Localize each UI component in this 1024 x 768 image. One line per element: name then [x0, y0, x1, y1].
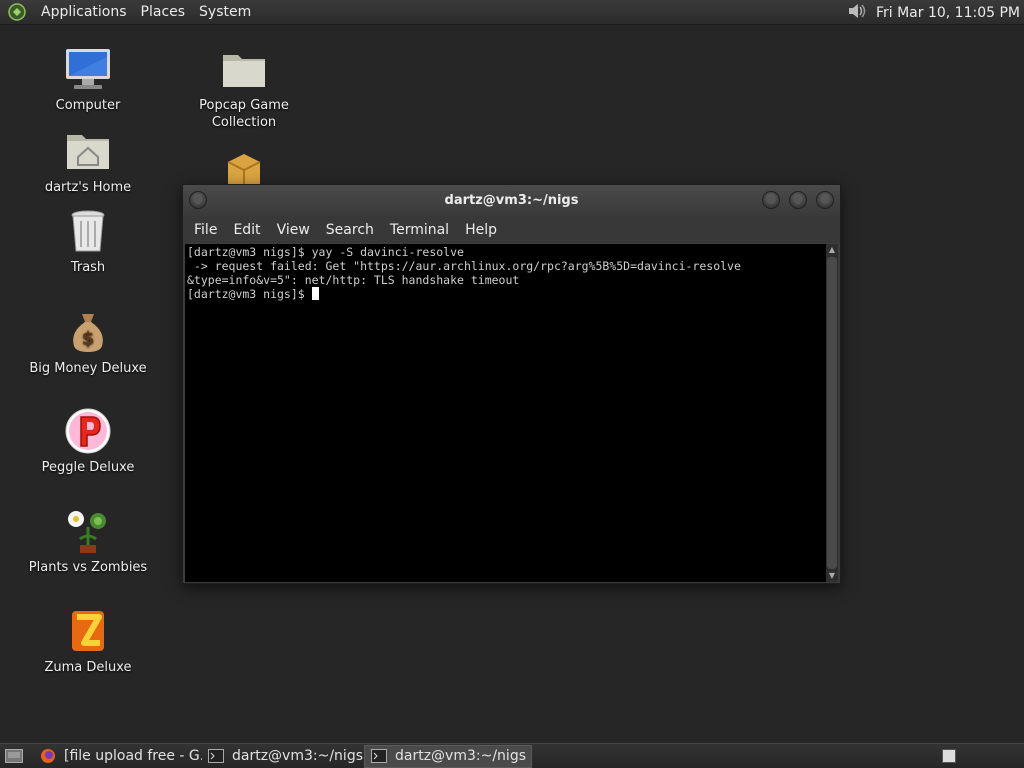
scroll-down-arrow-icon[interactable]: ▼ — [826, 570, 838, 582]
terminal-icon — [208, 748, 224, 764]
menu-terminal[interactable]: Terminal — [382, 222, 457, 238]
terminal-line: &type=info&v=5": net/http: TLS handshake… — [187, 273, 520, 287]
desktop-icon-big-money[interactable]: $ Big Money Deluxe — [18, 308, 158, 377]
bottom-panel: [file upload free - G... dartz@vm3:~/nig… — [0, 743, 1024, 768]
menu-file[interactable]: File — [186, 222, 225, 238]
workspace-switcher[interactable] — [942, 749, 956, 763]
computer-icon — [64, 45, 112, 93]
desktop-icon-label: Computer — [55, 98, 121, 113]
task-terminal-1[interactable]: dartz@vm3:~/nigs — [202, 745, 364, 768]
desktop-icon-popcap[interactable]: Popcap Game Collection — [174, 45, 314, 131]
close-button[interactable] — [816, 191, 834, 209]
desktop-icon-label: Big Money Deluxe — [29, 361, 147, 376]
menu-search[interactable]: Search — [318, 222, 382, 238]
zuma-icon — [64, 607, 112, 655]
task-label: dartz@vm3:~/nigs — [395, 748, 526, 764]
maximize-button[interactable] — [789, 191, 807, 209]
window-title: dartz@vm3:~/nigs — [444, 193, 579, 208]
volume-icon[interactable] — [846, 1, 868, 25]
terminal-icon — [371, 748, 387, 764]
terminal-output[interactable]: [dartz@vm3 nigs]$ yay -S davinci-resolve… — [185, 244, 828, 582]
menu-edit[interactable]: Edit — [225, 222, 268, 238]
terminal-prompt: [dartz@vm3 nigs]$ — [187, 287, 305, 301]
places-menu[interactable]: Places — [134, 4, 193, 20]
folder-icon — [220, 45, 268, 93]
applications-menu[interactable]: Applications — [34, 4, 134, 20]
desktop-icon-peggle[interactable]: Peggle Deluxe — [18, 407, 158, 476]
terminal-prompt-line: [dartz@vm3 nigs]$ — [187, 287, 826, 301]
minimize-button[interactable] — [762, 191, 780, 209]
desktop-icon-pvz[interactable]: Plants vs Zombies — [18, 507, 158, 576]
scroll-up-arrow-icon[interactable]: ▲ — [826, 244, 838, 256]
peggle-icon — [64, 407, 112, 455]
task-firefox[interactable]: [file upload free - G... — [34, 745, 202, 768]
desktop-icon-label: Popcap Game Collection — [199, 98, 289, 130]
scroll-thumb[interactable] — [827, 257, 837, 569]
desktop-icon-computer[interactable]: Computer — [18, 45, 158, 114]
desktop-icon-label: Plants vs Zombies — [28, 560, 148, 575]
top-panel: Applications Places System Fri Mar 10, 1… — [0, 0, 1024, 25]
menu-help[interactable]: Help — [457, 222, 505, 238]
desktop-icon-zuma[interactable]: Zuma Deluxe — [18, 607, 158, 676]
system-menu[interactable]: System — [192, 4, 258, 20]
menu-view[interactable]: View — [269, 222, 318, 238]
show-desktop-icon[interactable] — [2, 745, 26, 768]
plant-icon — [64, 507, 112, 555]
title-bar[interactable]: dartz@vm3:~/nigs — [183, 185, 840, 216]
trash-icon — [64, 207, 112, 255]
desktop-icon-package[interactable] — [174, 148, 314, 184]
terminal-scrollbar[interactable]: ▲ ▼ — [826, 244, 838, 582]
desktop-icon-trash[interactable]: Trash — [18, 207, 158, 276]
desktop-icon-label: Trash — [70, 260, 106, 275]
task-terminal-2[interactable]: dartz@vm3:~/nigs — [364, 744, 532, 768]
terminal-line: -> request failed: Get "https://aur.arch… — [187, 259, 741, 273]
terminal-window[interactable]: dartz@vm3:~/nigs File Edit View Search T… — [182, 184, 841, 584]
desktop-icon-label: Peggle Deluxe — [41, 460, 135, 475]
terminal-cursor — [311, 287, 319, 300]
package-icon — [220, 148, 268, 184]
task-label: dartz@vm3:~/nigs — [232, 748, 363, 764]
desktop-icon-label: dartz's Home — [44, 180, 132, 195]
window-menu-button[interactable] — [189, 191, 207, 209]
terminal-menubar: File Edit View Search Terminal Help — [183, 216, 840, 243]
terminal-line: [dartz@vm3 nigs]$ yay -S davinci-resolve — [187, 245, 464, 259]
firefox-icon — [40, 748, 56, 764]
clock[interactable]: Fri Mar 10, 11:05 PM — [876, 5, 1020, 21]
mate-logo-icon[interactable] — [6, 1, 28, 23]
home-folder-icon — [64, 127, 112, 175]
svg-text:$: $ — [82, 328, 95, 349]
desktop-icon-label: Zuma Deluxe — [44, 660, 132, 675]
task-label: [file upload free - G... — [64, 748, 202, 764]
money-bag-icon: $ — [64, 308, 112, 356]
desktop-icon-home[interactable]: dartz's Home — [18, 127, 158, 196]
